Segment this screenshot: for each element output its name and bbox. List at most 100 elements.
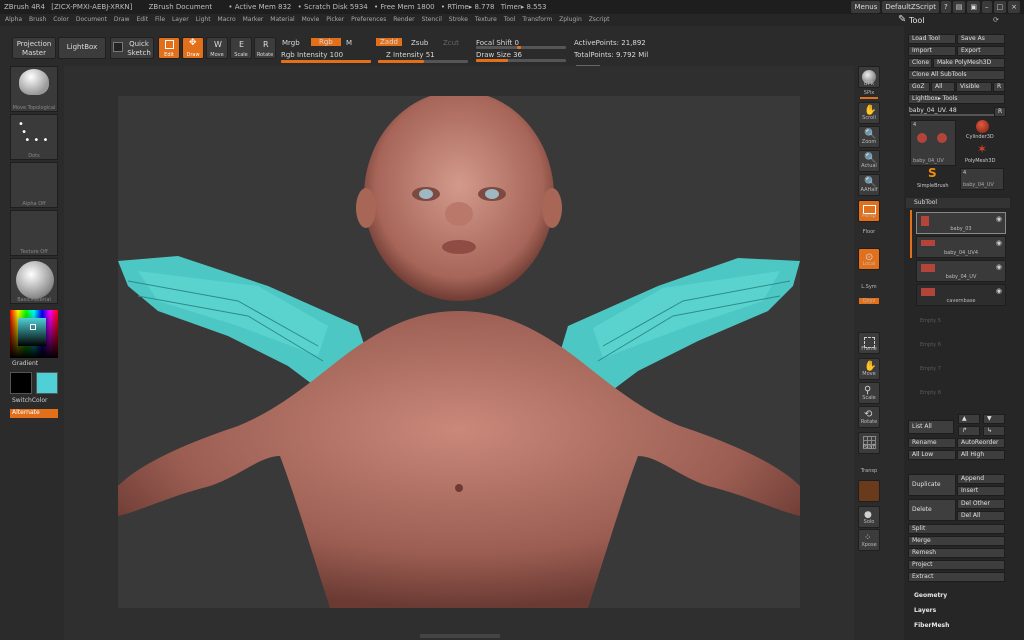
del-other-button[interactable]: Del Other xyxy=(957,499,1005,509)
move-down-arrow-icon[interactable]: ▼ xyxy=(983,414,1005,424)
texture-selector[interactable]: Texture Off xyxy=(10,210,58,256)
lightbox-button[interactable]: LightBox xyxy=(58,37,106,59)
polyf-button[interactable] xyxy=(858,432,880,454)
import-button[interactable]: Import xyxy=(908,46,956,56)
clone-button[interactable]: Clone xyxy=(908,58,932,68)
rotate-button[interactable]: R Rotate xyxy=(254,37,276,59)
floor-button[interactable]: Floor xyxy=(854,229,884,235)
append-button[interactable]: Append xyxy=(957,474,1005,484)
tool-thumb-simplebrush[interactable]: S SimpleBrush xyxy=(912,166,956,190)
subtool-item-baby03[interactable]: ◉ baby_03 xyxy=(916,212,1006,234)
save-as-button[interactable]: Save As xyxy=(957,34,1005,44)
menu-color[interactable]: Color xyxy=(53,16,69,23)
list-all-button[interactable]: List All xyxy=(908,420,954,434)
goz-visible-button[interactable]: Visible xyxy=(956,82,992,92)
switch-color-button[interactable]: SwitchColor xyxy=(12,397,48,404)
draw-size-slider[interactable]: Draw Size 36 xyxy=(476,51,522,59)
extract-section[interactable]: Extract xyxy=(908,572,1005,582)
help-icon[interactable]: ? xyxy=(941,1,951,13)
project-section[interactable]: Project xyxy=(908,560,1005,570)
goz-r-button[interactable]: R xyxy=(993,82,1005,92)
transp-button[interactable]: Transp xyxy=(854,468,884,474)
move-up-arrow-icon[interactable]: ▲ xyxy=(958,414,980,424)
stroke-selector[interactable]: • • • • • Dots xyxy=(10,114,58,160)
spix-label[interactable]: SPix xyxy=(854,90,884,96)
zsub-toggle[interactable]: Zsub xyxy=(411,39,428,47)
draw-button[interactable]: ✥ Draw xyxy=(182,37,204,59)
maximize-icon[interactable]: □ xyxy=(993,1,1007,13)
export-button[interactable]: Export xyxy=(957,46,1005,56)
menu-document[interactable]: Document xyxy=(76,16,107,23)
menu-alpha[interactable]: Alpha xyxy=(5,16,22,23)
rgb-toggle[interactable]: Rgb xyxy=(311,38,341,46)
all-high-button[interactable]: All High xyxy=(957,450,1005,460)
menu-draw[interactable]: Draw xyxy=(114,16,130,23)
subtool-item-baby04uv[interactable]: ◉ baby_04_UV xyxy=(916,260,1006,282)
goz-all-button[interactable]: All xyxy=(931,82,955,92)
layers-section[interactable]: Layers xyxy=(914,607,936,614)
zadd-toggle[interactable]: Zadd xyxy=(376,38,402,46)
eye-icon[interactable]: ◉ xyxy=(996,239,1002,247)
menu-stencil[interactable]: Stencil xyxy=(422,16,442,23)
bottom-shelf-handle[interactable] xyxy=(420,634,500,638)
load-tool-button[interactable]: Load Tool xyxy=(908,34,956,44)
menu-render[interactable]: Render xyxy=(393,16,414,23)
goz-button[interactable]: GoZ xyxy=(908,82,930,92)
all-low-button[interactable]: All Low xyxy=(908,450,956,460)
split-section[interactable]: Split xyxy=(908,524,1005,534)
menu-file[interactable]: File xyxy=(155,16,165,23)
menu-zscript[interactable]: Zscript xyxy=(589,16,610,23)
menu-stroke[interactable]: Stroke xyxy=(449,16,468,23)
remesh-section[interactable]: Remesh xyxy=(908,548,1005,558)
eye-icon[interactable]: ◉ xyxy=(996,215,1002,223)
fibermesh-section[interactable]: FiberMesh xyxy=(914,622,949,629)
geometry-section[interactable]: Geometry xyxy=(914,592,947,599)
mrgb-toggle[interactable]: Mrgb xyxy=(282,39,300,47)
delete-button[interactable]: Delete xyxy=(908,499,956,521)
qxyz-button[interactable]: Qxyz xyxy=(859,298,879,304)
document-canvas[interactable] xyxy=(118,91,800,608)
menu-movie[interactable]: Movie xyxy=(302,16,320,23)
eye-icon[interactable]: ◉ xyxy=(996,287,1002,295)
menu-transform[interactable]: Transform xyxy=(522,16,552,23)
subtool-item-cavernbase[interactable]: ◉ cavernbase xyxy=(916,284,1006,306)
secondary-color-swatch[interactable] xyxy=(36,372,58,394)
gradient-toggle[interactable]: Gradient xyxy=(12,360,38,367)
menu-edit[interactable]: Edit xyxy=(136,16,148,23)
ghost-button[interactable] xyxy=(858,480,880,502)
insert-button[interactable]: Insert xyxy=(957,486,1005,496)
current-tool-r-button[interactable]: R xyxy=(994,107,1006,117)
tool-thumb-cylinder[interactable]: Cylinder3D xyxy=(960,120,1004,142)
clone-all-subtools-button[interactable]: Clone All SubTools xyxy=(908,70,1005,80)
menu-light[interactable]: Light xyxy=(196,16,211,23)
material-selector[interactable]: BasicMaterial xyxy=(10,258,58,304)
rgb-intensity-slider[interactable]: Rgb Intensity 100 xyxy=(281,51,343,59)
close-icon[interactable]: × xyxy=(1008,1,1020,13)
duplicate-button[interactable]: Duplicate xyxy=(908,474,956,496)
subtool-scrollbar[interactable] xyxy=(910,210,912,258)
brush-selector[interactable]: Move Topological xyxy=(10,66,58,112)
move-button[interactable]: W Move xyxy=(206,37,228,59)
menu-brush[interactable]: Brush xyxy=(29,16,46,23)
menu-zplugin[interactable]: Zplugin xyxy=(559,16,582,23)
lsym-button[interactable]: L.Sym xyxy=(854,284,884,290)
menu-material[interactable]: Material xyxy=(270,16,294,23)
tool-refresh-icon[interactable]: ⟳ xyxy=(993,16,999,24)
spix-slider[interactable] xyxy=(860,97,878,99)
menus-button[interactable]: Menus xyxy=(851,1,881,13)
menu-texture[interactable]: Texture xyxy=(475,16,497,23)
menu-preferences[interactable]: Preferences xyxy=(351,16,386,23)
z-intensity-slider[interactable]: Z Intensity 51 xyxy=(386,51,435,59)
default-zscript-button[interactable]: DefaultZScript xyxy=(882,1,940,13)
layout-icon[interactable]: ▤ xyxy=(952,1,966,13)
menu-picker[interactable]: Picker xyxy=(326,16,344,23)
eye-icon[interactable]: ◉ xyxy=(996,263,1002,271)
scale-button[interactable]: E Scale xyxy=(230,37,252,59)
focal-shift-track[interactable] xyxy=(476,46,566,49)
move-down-step-icon[interactable]: ↳ xyxy=(983,426,1005,436)
make-polymesh-button[interactable]: Make PolyMesh3D xyxy=(933,58,1005,68)
del-all-button[interactable]: Del All xyxy=(957,511,1005,521)
color-square[interactable] xyxy=(18,318,46,346)
tool-thumb-baby[interactable]: 4 baby_04_UV xyxy=(910,120,956,166)
edit-button[interactable]: Edit xyxy=(158,37,180,59)
